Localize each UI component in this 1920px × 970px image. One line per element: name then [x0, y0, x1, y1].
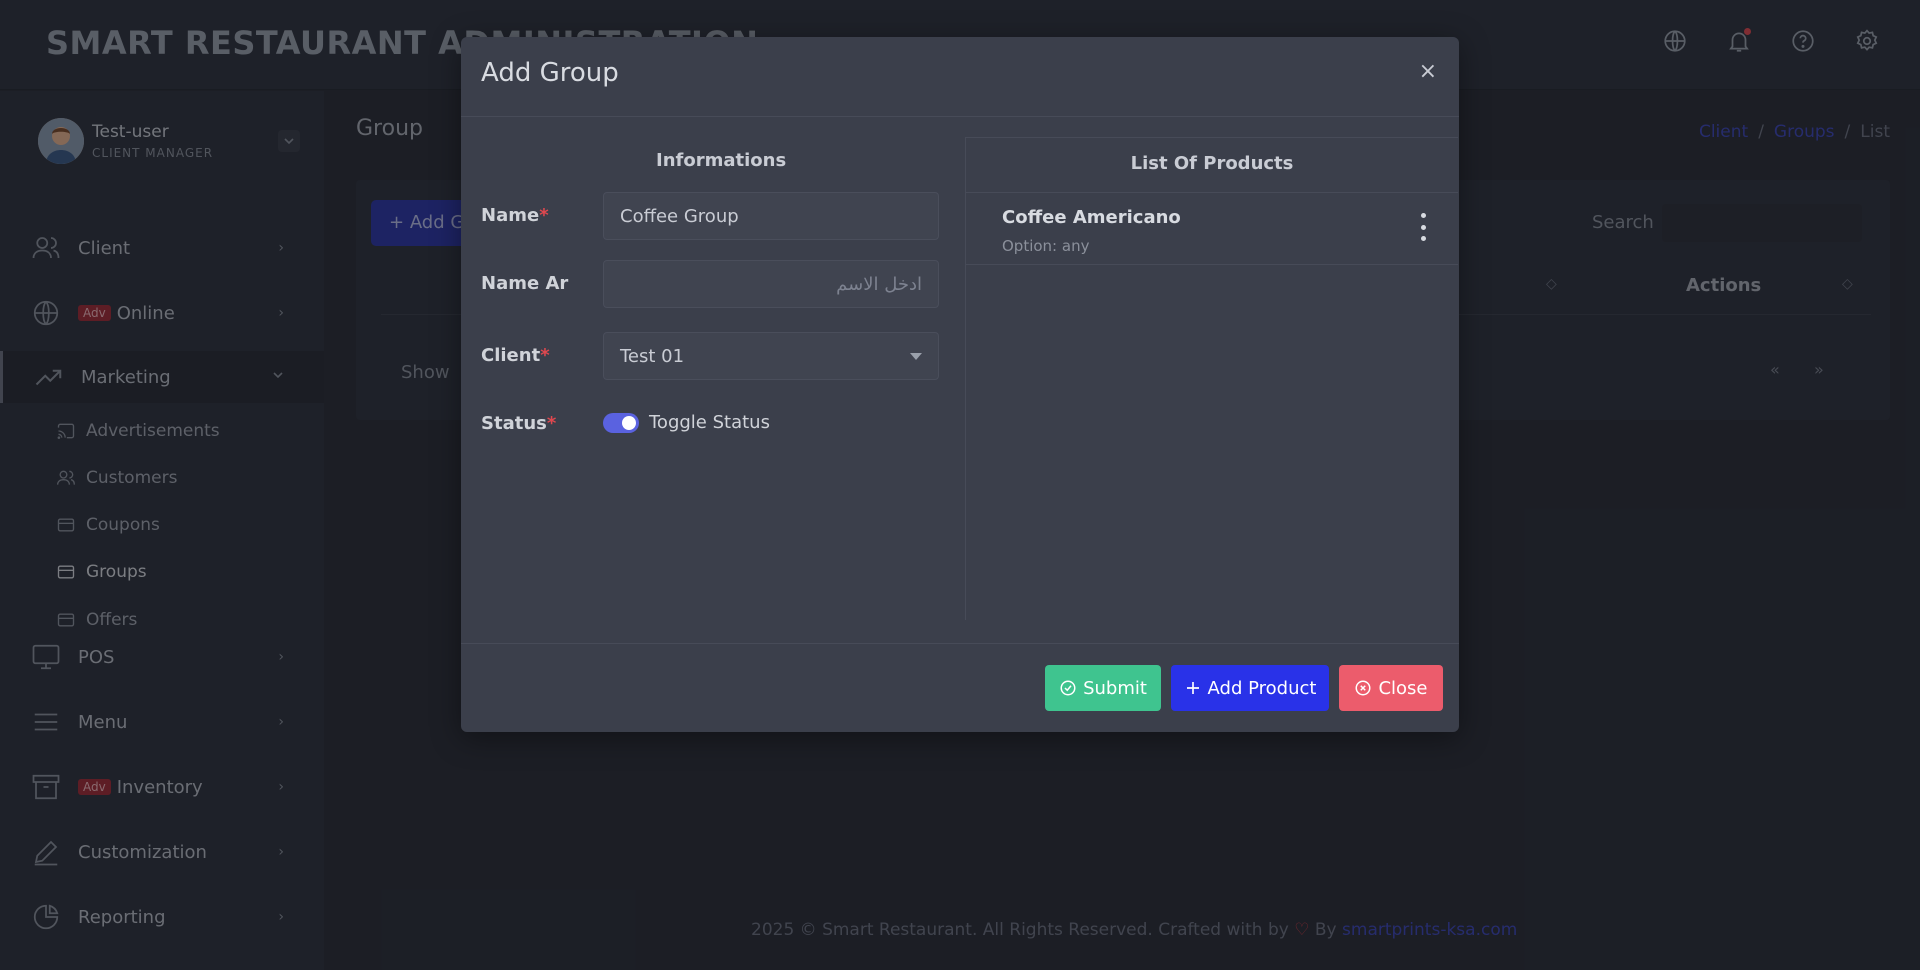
products-panel: List Of Products Coffee Americano Option…	[965, 137, 1458, 620]
name-label: Name*	[481, 205, 549, 226]
modal-footer: Submit Add Product Close	[461, 643, 1459, 732]
products-heading: List Of Products	[1130, 153, 1294, 174]
name-ar-input[interactable]: ادخل الاسم	[603, 260, 939, 308]
client-select-value: Test 01	[620, 346, 685, 367]
name-input[interactable]: Coffee Group	[603, 192, 939, 240]
modal-title: Add Group	[481, 58, 619, 88]
x-circle-icon	[1355, 680, 1371, 696]
add-product-button[interactable]: Add Product	[1171, 665, 1329, 711]
more-options-icon[interactable]	[1418, 213, 1428, 241]
close-button[interactable]: Close	[1339, 665, 1443, 711]
check-circle-icon	[1060, 680, 1076, 696]
informations-heading: Informations	[656, 150, 787, 171]
plus-icon	[1186, 682, 1199, 694]
status-toggle[interactable]	[603, 413, 639, 433]
products-header: List Of Products	[966, 137, 1458, 193]
add-group-modal: Add Group × Informations Name* Coffee Gr…	[461, 37, 1459, 732]
submit-button[interactable]: Submit	[1045, 665, 1161, 711]
name-ar-label: Name Ar	[481, 273, 569, 294]
close-icon[interactable]: ×	[1419, 59, 1437, 84]
client-label: Client*	[481, 345, 550, 366]
toggle-knob	[622, 416, 636, 430]
list-item: Coffee Americano Option: any	[966, 193, 1458, 265]
product-name: Coffee Americano	[1002, 207, 1181, 228]
toggle-status-label: Toggle Status	[649, 412, 770, 433]
modal-header: Add Group ×	[461, 37, 1459, 117]
product-option: Option: any	[1002, 237, 1090, 255]
client-select[interactable]: Test 01	[603, 332, 939, 380]
status-label: Status*	[481, 413, 557, 434]
caret-down-icon	[910, 353, 922, 360]
